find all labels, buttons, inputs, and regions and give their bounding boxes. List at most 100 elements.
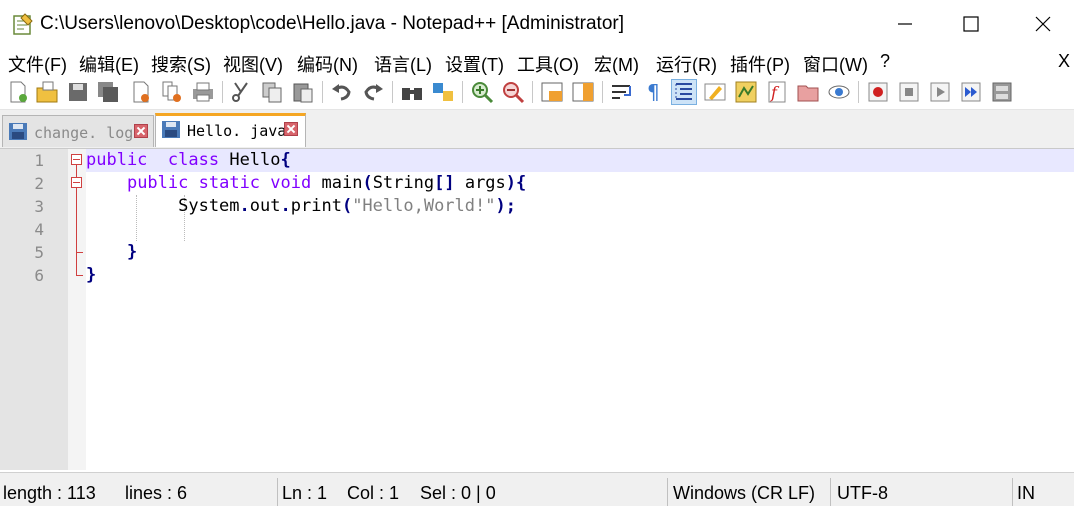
window-title: C:\Users\lenovo\Desktop\code\Hello.java …: [40, 13, 624, 34]
menu-macro[interactable]: 宏(M): [594, 51, 639, 77]
word-wrap-icon[interactable]: [610, 80, 634, 104]
menu-plugins[interactable]: 插件(P): [730, 51, 790, 77]
function-list-icon[interactable]: f: [765, 80, 789, 104]
code-line[interactable]: public class Hello{: [86, 149, 1074, 172]
close-document-button[interactable]: X: [1058, 51, 1070, 72]
menu-language[interactable]: 语言(L): [374, 51, 432, 77]
identifier-token: args: [454, 173, 506, 193]
saved-file-icon: [9, 123, 27, 140]
code-line[interactable]: }: [86, 241, 1074, 264]
save-all-icon[interactable]: [96, 80, 120, 104]
status-length: length : 113: [3, 483, 96, 503]
code-area[interactable]: public class Hello{ public static void m…: [86, 149, 1074, 470]
minimize-button[interactable]: [870, 0, 940, 48]
folder-workspace-icon[interactable]: [796, 80, 820, 104]
identifier-token: [188, 173, 198, 193]
menu-encoding[interactable]: 编码(N): [297, 51, 358, 77]
fold-toggle[interactable]: [71, 154, 82, 165]
identifier-token: Hello: [219, 150, 281, 170]
identifier-token: out: [249, 196, 281, 216]
cut-icon[interactable]: [229, 80, 253, 104]
tab-close-button[interactable]: [284, 122, 298, 136]
tab-change-log[interactable]: change. log: [2, 115, 154, 147]
identifier-token: main: [311, 173, 363, 193]
menu-window[interactable]: 窗口(W): [803, 51, 868, 77]
editor[interactable]: 1 2 3 4 5 6 public class Hello{ public s…: [0, 149, 1074, 470]
menu-settings[interactable]: 设置(T): [445, 51, 504, 77]
menu-search[interactable]: 搜索(S): [151, 51, 211, 77]
maximize-button[interactable]: [936, 0, 1006, 48]
operator-token: .: [239, 196, 250, 216]
tab-close-button[interactable]: [134, 124, 148, 138]
new-file-icon[interactable]: [6, 80, 30, 104]
title-bar: C:\Users\lenovo\Desktop\code\Hello.java …: [0, 0, 1074, 48]
saved-file-icon: [162, 121, 180, 138]
status-lines: lines : 6: [125, 483, 188, 503]
maximize-icon: [963, 16, 979, 32]
identifier-token: [260, 173, 270, 193]
status-selection: Sel : 0 | 0: [420, 483, 496, 503]
copy-icon[interactable]: [260, 80, 284, 104]
find-icon[interactable]: [400, 80, 424, 104]
doc-map-icon[interactable]: [734, 80, 758, 104]
sync-horizontal-icon[interactable]: [571, 80, 595, 104]
menu-bar: 文件(F) 编辑(E) 搜索(S) 视图(V) 编码(N) 语言(L) 设置(T…: [0, 48, 1074, 76]
toolbar-separator: [392, 81, 393, 103]
print-icon[interactable]: [191, 80, 215, 104]
paste-icon[interactable]: [291, 80, 315, 104]
operator-token: );: [495, 196, 516, 216]
tab-hello-java[interactable]: Hello. java: [155, 113, 306, 147]
code-line[interactable]: }: [86, 264, 1074, 287]
fold-toggle[interactable]: [71, 177, 82, 188]
status-encoding[interactable]: UTF-8: [837, 483, 888, 504]
menu-edit[interactable]: 编辑(E): [79, 51, 139, 77]
close-window-button[interactable]: [1008, 0, 1074, 48]
open-file-icon[interactable]: [35, 80, 59, 104]
stop-record-icon[interactable]: [897, 80, 921, 104]
status-eol[interactable]: Windows (CR LF): [673, 483, 815, 504]
string-token: "Hello,World!": [352, 196, 496, 216]
zoom-out-icon[interactable]: [501, 80, 525, 104]
replace-icon[interactable]: [431, 80, 455, 104]
zoom-in-icon[interactable]: [470, 80, 494, 104]
identifier-token: [86, 242, 127, 262]
code-line[interactable]: [86, 218, 1074, 241]
play-macro-icon[interactable]: [928, 80, 952, 104]
tab-bar: change. log Hello. java: [0, 110, 1074, 149]
udl-icon[interactable]: [703, 80, 727, 104]
operator-token: }: [86, 265, 97, 285]
save-macro-icon[interactable]: [990, 80, 1014, 104]
identifier-token: String: [372, 173, 435, 193]
status-separator: [277, 478, 278, 506]
toolbar-separator: [322, 81, 323, 103]
indent-guide-icon[interactable]: [671, 79, 697, 105]
svg-text:¶: ¶: [647, 80, 660, 104]
menu-tools[interactable]: 工具(O): [517, 51, 579, 77]
redo-icon[interactable]: [361, 80, 385, 104]
fold-end-marker: [76, 275, 83, 276]
menu-file[interactable]: 文件(F): [8, 51, 67, 77]
toolbar-separator: [222, 81, 223, 103]
monitoring-icon[interactable]: [827, 80, 851, 104]
sync-vertical-icon[interactable]: [540, 80, 564, 104]
menu-view[interactable]: 视图(V): [223, 51, 283, 77]
fold-end-marker: [76, 252, 83, 253]
show-all-chars-icon[interactable]: ¶: [641, 80, 665, 104]
run-macro-multiple-icon[interactable]: [959, 80, 983, 104]
code-line[interactable]: public static void main(String[] args){: [86, 172, 1074, 195]
operator-token: (: [362, 173, 373, 193]
undo-icon[interactable]: [330, 80, 354, 104]
identifier-token: print: [290, 196, 342, 216]
menu-run[interactable]: 运行(R): [656, 51, 717, 77]
code-line[interactable]: System.out.print("Hello,World!");: [86, 195, 1074, 218]
tab-label: Hello. java: [187, 122, 287, 140]
line-number: 5: [34, 243, 44, 262]
record-macro-icon[interactable]: [866, 80, 890, 104]
close-icon[interactable]: [129, 80, 153, 104]
operator-token: .: [280, 196, 291, 216]
line-number: 3: [34, 197, 44, 216]
operator-token: }: [126, 242, 138, 262]
save-icon[interactable]: [66, 80, 90, 104]
close-all-icon[interactable]: [160, 80, 184, 104]
menu-help[interactable]: ?: [880, 51, 890, 72]
